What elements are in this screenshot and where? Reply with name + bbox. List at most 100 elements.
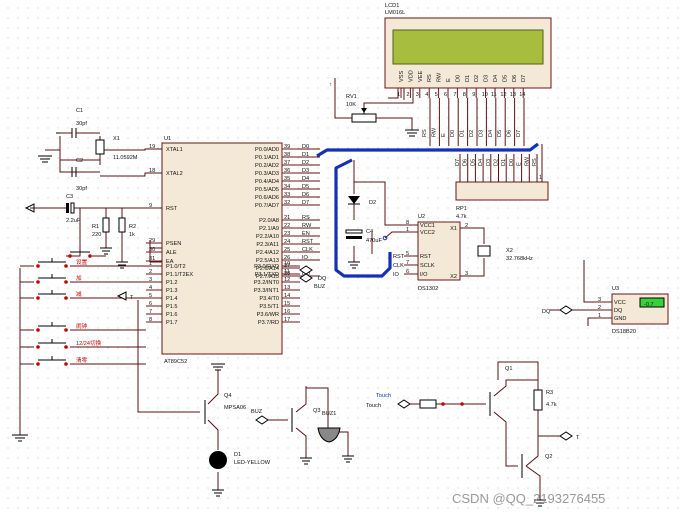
q4-part: MPSA06 [224,405,246,411]
lcd-pin-d0: D0 [455,75,461,82]
ground-symbol [12,434,28,442]
u1-pin-name: P2.4/A12 [256,250,279,256]
u1-pin-num: 11 [284,269,290,275]
lcd-bus-label: D4 [488,130,494,137]
u1-pin-name: P3.2/INT0 [254,280,279,286]
u1-pin-num: 14 [284,293,290,299]
u1-pin-num: 7 [149,309,152,315]
buz-net-label: BUZ [314,284,326,290]
u1-pin-name: ALE [166,250,177,256]
button-label: 清零 [76,356,88,364]
button-contact [36,328,40,332]
button-contact [36,296,40,300]
crystal-oscillator: C1 30pf C2 30pf X1 11.0592M [38,108,162,192]
r2-ref: R2 [129,224,136,230]
lcd-bus-label: D3 [478,130,484,137]
push-button[interactable]: 减 [20,290,146,300]
u1-pin-num: 10 [284,261,290,267]
u1-pin-name: P1.7 [166,320,178,326]
u1-pin-name: PSEN [166,241,181,247]
u1-pin-name: P0.4/AD4 [255,179,279,185]
r2-value: 1k [129,232,135,238]
u2-pin-num: 7 [406,260,409,266]
temperature-sensor-u3[interactable]: DQ -0.7 U3 DS18B20 3 VCC 2 DQ 1 GND [542,260,669,335]
resistor-pack-rp1[interactable]: RP1 4.7k 1 [455,144,549,220]
c1-value: 30pf [76,121,87,127]
c3-ref: C3 [66,194,73,200]
rtc-u2[interactable]: U2 DS1302 8 VCC11 VCC25 RST7 SCLK6 I/OX1 2X2 3R… [393,214,533,292]
x1-ref: X1 [113,136,120,142]
lcd-pin-d2: D2 [474,75,480,82]
rp-bus-label: E [517,162,523,166]
u1-part: AT89C52 [164,359,187,365]
push-button[interactable]: 清零 [20,356,146,366]
u1-net-label: D1 [302,152,309,158]
u1-pin-name: P1.4 [166,296,178,302]
u1-pin-num: 38 [284,152,290,158]
u3-pin-name: GND [614,316,626,322]
push-button[interactable]: 12/24切换 [20,339,146,349]
u2-pin-name: RST [420,254,432,260]
u3-pin-num: 2 [598,305,601,311]
u1-pin-name: P3.5/T1 [259,304,279,310]
rp-bus-label: D7 [455,159,461,166]
x1-value: 11.0592M [113,155,138,161]
u1-net-label: RST [302,239,314,245]
lcd-pin-num: 7 [453,92,456,98]
u1-net-label: D0 [302,144,309,150]
c4-ref: C4 [366,229,373,235]
r3-ref: R3 [546,390,553,396]
mcu-u1[interactable]: U1 AT89C52 19 XTAL118 XTAL29 RST29 PSEN30 ALE… [146,136,320,365]
u1-pin-name: P0.2/AD2 [255,163,279,169]
lcd-pin-vss: VSS [399,71,405,82]
u2-part: DS1302 [418,286,438,292]
button-contact [36,280,40,284]
u1-pin-name: P0.6/AD6 [255,195,279,201]
u1-pin-name: P1.1/T2EX [166,272,193,278]
u2-pin-name: X1 [450,226,457,232]
control-bus [334,158,392,278]
u1-pin-num: 16 [284,309,290,315]
u1-pin-name: P3.6/WR [257,312,279,318]
u2-pin-num: 6 [406,269,409,275]
u1-pin-num: 17 [284,317,290,323]
r3-value: 4.7k [546,402,557,408]
u1-pin-name: P2.0/A8 [259,218,279,224]
lcd-part: LM016L [385,10,405,16]
button-contact [64,328,68,332]
rp-bus-label: D0 [509,159,515,166]
push-button[interactable]: 设置 [20,258,146,268]
r1-value: 220 [92,232,101,238]
lcd-ref: LCD1 [385,3,399,9]
lcd-pin-num: 14 [519,92,525,98]
push-button[interactable]: 加 [20,274,146,284]
u1-pin-name: P3.0/RXD [254,264,279,270]
lcd-pin-d5: D5 [502,75,508,82]
u1-pin-name: P0.7/AD7 [255,203,279,209]
u1-pin-name: P1.2 [166,280,178,286]
u1-pin-name: P2.3/A11 [256,242,279,248]
lcd-bus-label: D7 [516,130,522,137]
c2-value: 30pf [76,186,87,192]
rp-bus-label: D4 [478,159,484,166]
lcd-bus-label: D0 [450,130,456,137]
u1-net-label: IO [302,255,309,261]
lcd-pin-d6: D6 [512,75,518,82]
u1-pin-name: P1.0/T2 [166,264,186,270]
u1-pin-num: 35 [284,176,290,182]
d2-ref: D2 [369,200,376,206]
lcd-pin-num: 12 [500,92,506,98]
rp1-value: 4.7k [456,214,467,220]
c2-ref: C2 [76,158,83,164]
rp-bus-label: D2 [494,159,500,166]
rp-bus-label: RW [524,156,530,166]
u1-pin-num: 37 [284,160,290,166]
push-button[interactable]: 闹钟 [20,322,146,332]
lcd-module[interactable]: LCD1 LM016L VSS 1 VDD 2 VEE 3 RS 4 RW 5 E 6 D0 7 D1 8 D2… [384,3,552,98]
u2-net-label: IO [393,272,400,278]
lcd-pin-d4: D4 [493,75,499,82]
lcd-pin-num: 8 [463,92,466,98]
touch-net-label: Touch [366,403,381,409]
u1-pin-name: P1.5 [166,304,178,310]
rv1-ref: RV1 [346,94,357,100]
